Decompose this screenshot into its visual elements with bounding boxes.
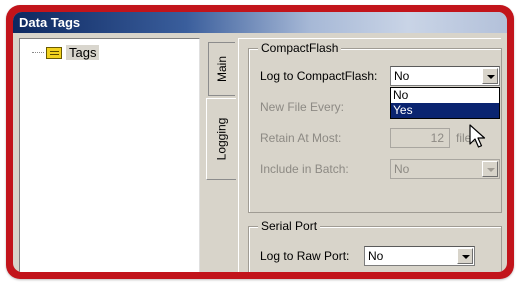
new-file-every-label: New File Every: xyxy=(260,100,345,114)
tag-tree[interactable]: Tags xyxy=(19,38,200,272)
window-title: Data Tags xyxy=(19,15,81,30)
log-to-compactflash-label: Log to CompactFlash: xyxy=(260,69,378,83)
serial-port-legend: Serial Port xyxy=(258,219,321,233)
retain-at-most-input[interactable]: 12 xyxy=(390,128,450,148)
include-in-batch-select[interactable]: No xyxy=(390,159,500,179)
logging-panel: CompactFlash Log to CompactFlash: No No … xyxy=(238,38,502,272)
chevron-down-icon[interactable] xyxy=(482,161,498,177)
dialog-window: Data Tags Tags Main Logging CompactFlash… xyxy=(13,12,507,272)
tab-main[interactable]: Main xyxy=(208,42,235,96)
mouse-pointer-icon xyxy=(469,124,486,148)
compactflash-legend: CompactFlash xyxy=(258,41,342,55)
option-no[interactable]: No xyxy=(391,88,499,103)
retain-at-most-label: Retain At Most: xyxy=(260,131,342,145)
screenshot-frame: Data Tags Tags Main Logging CompactFlash… xyxy=(6,5,514,279)
tree-item-label: Tags xyxy=(66,45,100,60)
option-yes[interactable]: Yes xyxy=(391,103,499,118)
log-to-raw-port-label: Log to Raw Port: xyxy=(260,249,350,263)
tab-logging[interactable]: Logging xyxy=(206,98,236,180)
retain-at-most-value: 12 xyxy=(430,131,444,145)
tab-logging-label: Logging xyxy=(214,117,229,161)
compactflash-group: CompactFlash Log to CompactFlash: No No … xyxy=(248,41,502,213)
tree-connector xyxy=(32,52,44,53)
tree-item-tags[interactable]: Tags xyxy=(32,45,100,60)
chevron-down-icon[interactable] xyxy=(482,68,498,84)
tag-folder-icon xyxy=(46,46,62,59)
log-to-raw-port-select[interactable]: No xyxy=(364,246,475,266)
tab-main-label: Main xyxy=(215,55,230,83)
compactflash-dropdown-list: No Yes xyxy=(390,87,500,119)
tab-strip: Main Logging xyxy=(206,38,238,272)
log-to-compactflash-select[interactable]: No xyxy=(390,66,500,86)
log-to-compactflash-value: No xyxy=(394,69,410,83)
serial-port-group: Serial Port Log to Raw Port: No xyxy=(248,219,502,272)
chevron-down-icon[interactable] xyxy=(457,248,473,264)
include-in-batch-label: Include in Batch: xyxy=(260,162,349,176)
title-bar: Data Tags xyxy=(13,12,507,33)
log-to-raw-port-value: No xyxy=(368,249,384,263)
include-in-batch-value: No xyxy=(394,162,410,176)
